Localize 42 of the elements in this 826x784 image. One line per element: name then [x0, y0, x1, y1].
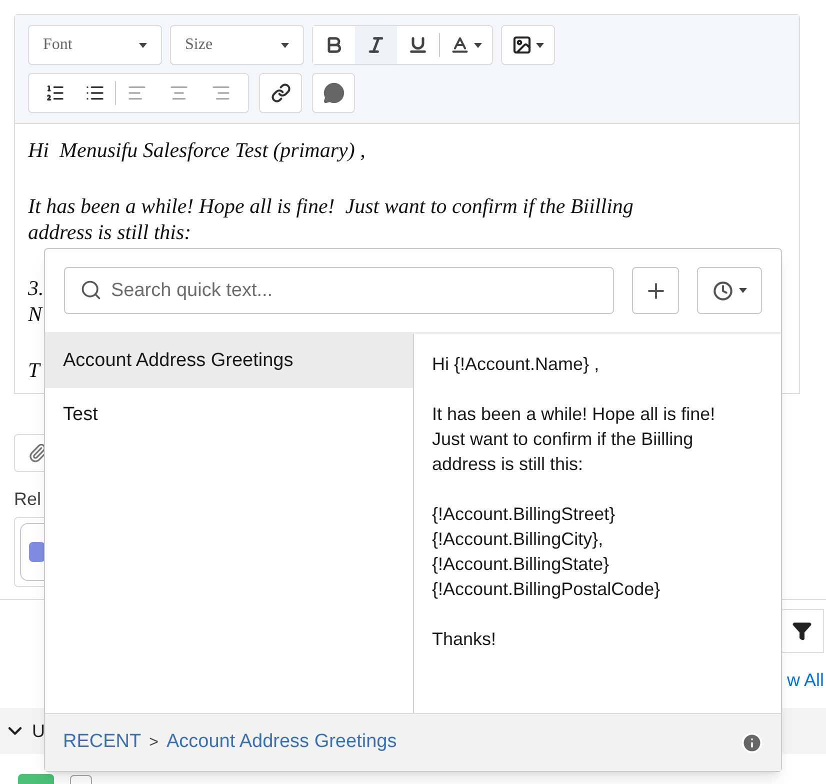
- add-button[interactable]: [632, 267, 679, 314]
- search-icon: [80, 279, 102, 301]
- preview-text-line: It has been a while! Hope all is fine!: [432, 403, 716, 426]
- breadcrumb-link[interactable]: RECENT: [63, 728, 142, 757]
- image-button[interactable]: [501, 25, 555, 65]
- italic-icon: [366, 35, 386, 55]
- breadcrumb-separator: >: [149, 732, 158, 752]
- preview-text-line: Just want to confirm if the Biilling: [432, 428, 694, 451]
- filter-icon: [792, 621, 812, 641]
- italic-button[interactable]: [355, 26, 397, 64]
- speech-bubble-icon: [322, 82, 344, 104]
- image-icon: [512, 35, 532, 55]
- size-select[interactable]: Size: [170, 25, 304, 65]
- caret-icon: [281, 42, 289, 48]
- preview-text-line: Thanks!: [432, 628, 496, 651]
- calendar-icon: [29, 542, 45, 562]
- quick-text-item[interactable]: Account Address Greetings: [45, 334, 413, 388]
- breadcrumb-link[interactable]: Account Address Greetings: [166, 728, 397, 757]
- preview-text-line: address is still this:: [432, 453, 584, 476]
- font-select[interactable]: Font: [28, 25, 162, 65]
- preview-text-line: {!Account.BillingStreet}: [432, 503, 616, 526]
- text-color-icon: [450, 35, 470, 55]
- section-label: U: [32, 720, 45, 742]
- caret-icon: [474, 42, 482, 48]
- search-field[interactable]: Search quick text...: [64, 267, 614, 314]
- link-icon: [270, 83, 290, 103]
- info-icon[interactable]: [741, 732, 763, 754]
- preview-text-line: Hi {!Account.Name} ,: [432, 353, 600, 376]
- numbered-list-icon: [45, 83, 65, 103]
- underline-icon: [408, 35, 428, 55]
- view-all-link[interactable]: w All: [786, 667, 824, 694]
- comment-button[interactable]: [312, 73, 355, 113]
- caret-icon: [536, 42, 544, 48]
- clock-icon: [712, 280, 732, 300]
- caret-icon: [738, 288, 746, 293]
- link-button[interactable]: [259, 73, 302, 113]
- caret-icon: [139, 42, 147, 48]
- preview-text-line: {!Account.BillingPostalCode}: [432, 578, 660, 601]
- preview-text-line: {!Account.BillingCity},: [432, 528, 604, 551]
- recent-menu-button[interactable]: [697, 267, 762, 314]
- related-label: Rel: [14, 488, 42, 511]
- preview-text-line: {!Account.BillingState}: [432, 553, 610, 576]
